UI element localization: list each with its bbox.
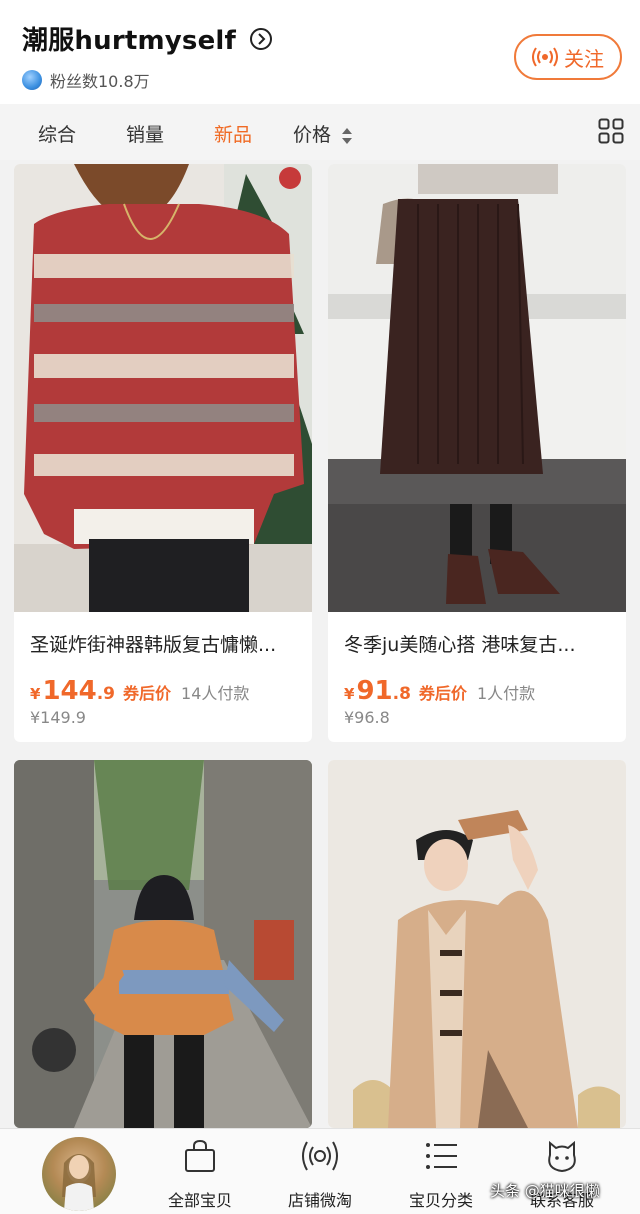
watermark: 头条 @猫咪很懒 — [490, 1182, 600, 1200]
nav-shop-feed[interactable]: 店铺微淘 — [270, 1129, 370, 1214]
fans-count: 粉丝数10.8万 — [50, 72, 150, 91]
price-integer: 144 — [42, 676, 97, 706]
nav-customer-service[interactable]: 联系客服 — [512, 1129, 612, 1214]
paid-count: 1人付款 — [476, 684, 536, 703]
coupon-label: 券后价 — [123, 684, 172, 703]
product-card[interactable] — [328, 760, 626, 1128]
shopping-bag-icon — [185, 1139, 215, 1172]
list-icon — [426, 1143, 457, 1169]
nav-categories[interactable]: 宝贝分类 — [391, 1129, 491, 1214]
nav-all-items[interactable]: 全部宝贝 — [150, 1129, 250, 1214]
product-name[interactable]: 圣诞炸街神器韩版复古慵懒... — [30, 630, 276, 657]
currency-symbol: ¥ — [30, 685, 41, 703]
shop-title-row[interactable]: 潮服hurtmyself — [22, 20, 273, 57]
tab-price[interactable]: 价格 — [293, 120, 353, 147]
price-decimal: .9 — [96, 684, 116, 704]
tab-price-label: 价格 — [293, 124, 332, 146]
shop-header: 潮服hurtmyself 粉丝数10.8万 关注 — [0, 0, 640, 104]
follow-label: 关注 — [564, 46, 604, 71]
product-image[interactable] — [328, 760, 626, 1128]
nav-label: 全部宝贝 — [167, 1191, 232, 1210]
chevron-right-icon[interactable] — [250, 27, 273, 50]
fans-row: 粉丝数10.8万 — [22, 68, 150, 92]
product-card[interactable]: 圣诞炸街神器韩版复古慵懒... ¥ 144 .9 券后价 14人付款 ¥149.… — [14, 164, 312, 742]
follow-button[interactable]: 关注 — [514, 34, 622, 80]
nav-label: 宝贝分类 — [408, 1191, 473, 1210]
product-card[interactable]: 冬季ju美随心搭 港味复古... ¥ 91 .8 券后价 1人付款 ¥96.8 — [328, 164, 626, 742]
paid-count: 14人付款 — [181, 684, 250, 703]
currency-symbol: ¥ — [344, 685, 355, 703]
original-price: ¥149.9 — [30, 708, 86, 727]
grid-layout-icon[interactable] — [598, 118, 624, 144]
nav-label: 店铺微淘 — [287, 1191, 352, 1210]
coupon-label: 券后价 — [418, 684, 467, 703]
price-row: ¥ 144 .9 券后价 14人付款 — [30, 676, 249, 706]
sort-arrows-icon — [342, 127, 353, 144]
product-name[interactable]: 冬季ju美随心搭 港味复古... — [344, 630, 575, 657]
tab-comprehensive[interactable]: 综合 — [38, 120, 76, 147]
product-image[interactable] — [328, 164, 626, 612]
product-image[interactable] — [14, 760, 312, 1128]
price-integer: 91 — [356, 676, 393, 706]
tab-new[interactable]: 新品 — [214, 120, 252, 147]
avatar[interactable] — [42, 1137, 116, 1211]
bottom-nav: 全部宝贝 店铺微淘 宝贝分类 联系客服 — [0, 1128, 640, 1214]
broadcast-icon — [302, 1141, 338, 1171]
product-image[interactable] — [14, 164, 312, 612]
price-decimal: .8 — [392, 684, 411, 704]
original-price: ¥96.8 — [344, 708, 390, 727]
tab-sales[interactable]: 销量 — [126, 120, 164, 147]
product-card[interactable] — [14, 760, 312, 1128]
sort-bar: 综合 销量 新品 价格 — [0, 104, 640, 160]
shop-name[interactable]: 潮服hurtmyself — [22, 20, 236, 57]
broadcast-icon — [532, 47, 558, 67]
price-row: ¥ 91 .8 券后价 1人付款 — [344, 676, 535, 706]
fans-badge-icon — [22, 70, 42, 90]
chat-face-icon — [548, 1140, 576, 1173]
